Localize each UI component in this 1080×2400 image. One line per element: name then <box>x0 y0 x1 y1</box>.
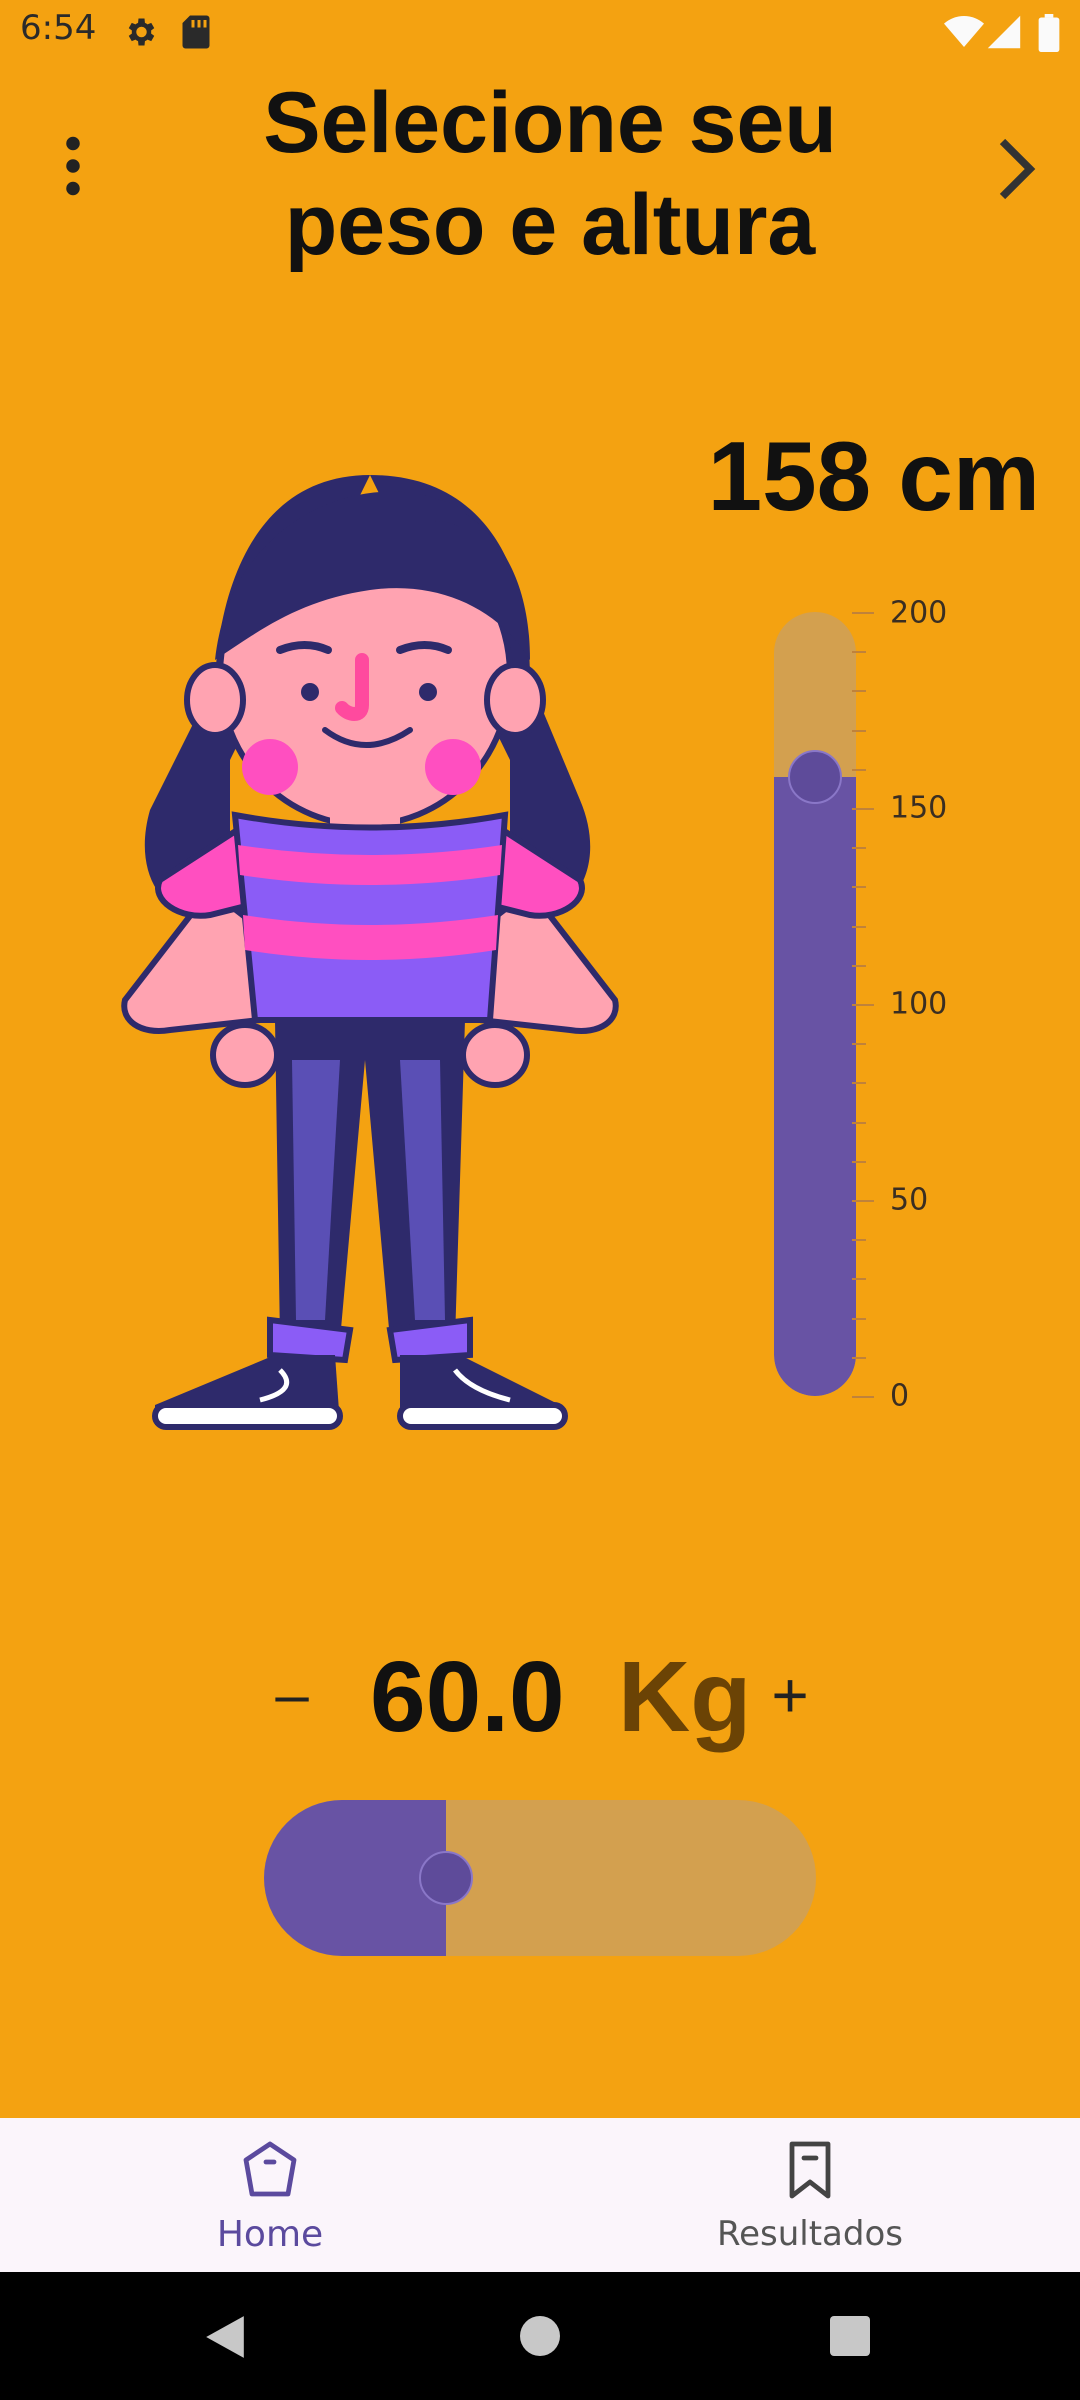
nav-label-home: Home <box>216 2214 324 2255</box>
chevron-right-icon[interactable] <box>985 134 1045 204</box>
back-icon[interactable] <box>204 2314 246 2360</box>
bookmark-icon <box>789 2141 831 2199</box>
nav-item-home[interactable]: Home <box>0 2118 540 2272</box>
scale-label-200: 200 <box>890 595 948 631</box>
scale-label-100: 100 <box>890 986 948 1022</box>
scale-label-0: 0 <box>890 1378 910 1414</box>
height-slider[interactable] <box>774 612 856 1396</box>
scale-tick <box>852 690 866 693</box>
home-icon <box>243 2141 297 2197</box>
scale-tick <box>852 964 866 967</box>
scale-tick <box>852 847 866 850</box>
page-title: Selecione seu peso e altura <box>263 75 837 273</box>
nav-item-resultados[interactable]: Resultados <box>540 2118 1080 2272</box>
scale-label-150: 150 <box>890 790 948 826</box>
status-bar: 6:54 <box>0 0 1080 64</box>
increase-weight-button[interactable]: + <box>760 1660 820 1730</box>
scale-tick <box>852 925 866 928</box>
signal-icon <box>987 15 1021 49</box>
battery-icon <box>1038 14 1060 52</box>
scale-tick <box>852 1396 874 1398</box>
bottom-navigation: Home Resultados <box>0 2118 1080 2272</box>
header: Selecione seu peso e altura <box>0 64 1080 294</box>
gear-icon <box>128 18 155 46</box>
recents-icon[interactable] <box>830 2316 870 2356</box>
status-time: 6:54 <box>20 8 97 48</box>
scale-tick <box>852 1278 866 1281</box>
scale-tick <box>852 1082 866 1085</box>
scale-label-50: 50 <box>890 1182 929 1218</box>
scale-tick <box>852 808 874 810</box>
scale-tick <box>852 1200 874 1202</box>
weight-slider-thumb[interactable] <box>419 1851 473 1905</box>
more-vertical-icon[interactable] <box>55 136 91 196</box>
scale-tick <box>852 1043 866 1046</box>
character-illustration <box>121 475 619 1430</box>
scale-tick <box>852 1317 866 1320</box>
scale-tick <box>852 612 874 614</box>
decrease-weight-button[interactable]: – <box>262 1660 322 1730</box>
scale-tick <box>852 768 866 771</box>
home-circle-icon[interactable] <box>520 2316 560 2356</box>
weight-slider[interactable] <box>264 1800 816 1956</box>
wifi-icon <box>944 16 984 47</box>
scale-tick <box>852 651 866 654</box>
height-slider-track[interactable] <box>774 612 856 1396</box>
weight-controls: – 60.0 Kg + <box>0 1640 1080 1760</box>
height-scale: 200 150 100 50 0 <box>852 594 1052 1414</box>
scale-tick <box>852 1121 866 1124</box>
height-value: 158 cm <box>707 421 1040 531</box>
system-navigation-bar <box>0 2272 1080 2400</box>
scale-tick <box>852 1004 874 1006</box>
height-slider-fill <box>774 777 856 1396</box>
weight-unit: Kg <box>618 1641 752 1753</box>
scale-tick <box>852 1160 866 1163</box>
scale-tick <box>852 1356 866 1359</box>
scale-tick <box>852 1239 866 1242</box>
scale-tick <box>852 729 866 732</box>
weight-value: 60.0 <box>370 1641 565 1753</box>
height-slider-thumb[interactable] <box>788 750 842 804</box>
nav-label-resultados: Resultados <box>717 2214 903 2254</box>
sd-card-icon <box>182 15 210 49</box>
scale-tick <box>852 886 866 889</box>
